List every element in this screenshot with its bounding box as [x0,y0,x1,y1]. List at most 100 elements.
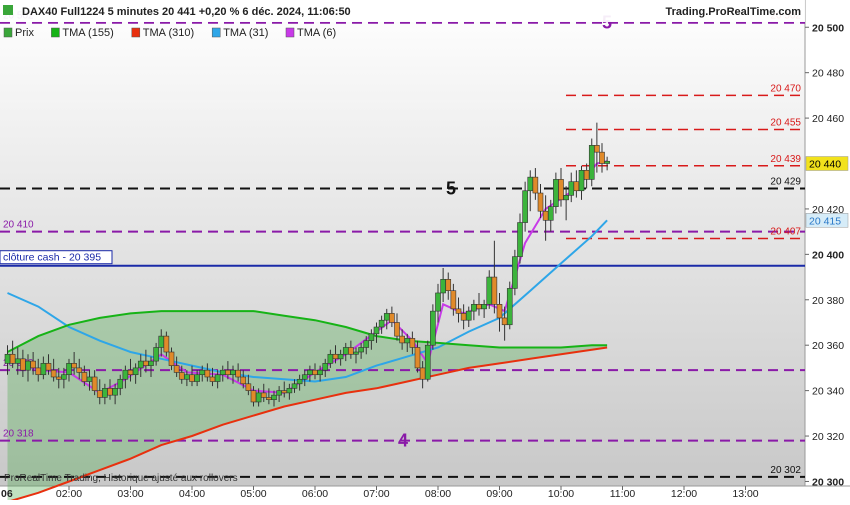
legend-swatch [3,27,13,38]
candle-body [122,369,129,380]
chart-root: 20 50220 50220 47020 45520 43920 42920 4… [0,0,850,503]
candle-body [573,181,580,192]
x-tick-label: 06 [1,488,13,500]
candle-body [301,374,308,380]
candle-body [204,369,211,378]
candle-body [399,335,405,344]
candle-body [322,363,329,371]
price-chart[interactable]: 20 50220 50220 47020 45520 43920 42920 4… [0,0,850,503]
candle-body [20,358,26,371]
candle-body [553,179,559,207]
candle-body [117,378,124,389]
candle-body [435,292,441,312]
candle-body [512,256,518,289]
candle-body [542,210,549,221]
candle-body [286,388,293,394]
candle-body [61,374,67,380]
level-label-right: 20 429 [770,176,801,187]
candle-body [71,363,77,369]
candle-body [491,276,498,305]
candle-body [158,335,165,348]
candle-body [91,376,98,391]
candle-body [327,353,334,364]
level-annotation: 4 [398,431,408,451]
x-tick-label: 06:00 [302,488,328,500]
candle-body [127,369,134,376]
footer-watermark: ProRealTime Trading, Historique ajusté a… [4,473,238,484]
candle-body [35,367,42,376]
candle-body [404,338,411,344]
candle-body [394,322,400,337]
candle-body [30,360,36,369]
candle-body [547,206,554,221]
x-tick-label: 07:00 [363,488,389,500]
candle-body [317,369,323,376]
level-label-right: 20 455 [770,117,801,128]
candle-body [50,369,57,378]
candle-body [81,372,88,382]
candle-body [465,310,472,321]
candle-body [209,376,216,382]
candle-body [25,360,31,371]
candle-body [184,374,190,380]
candle-body [424,344,431,380]
level-label-right: 20 470 [770,83,801,94]
candle-body [173,365,180,373]
legend-label: TMA (31) [223,27,268,39]
candle-body [240,376,247,385]
x-tick-label: 11:00 [610,488,636,500]
candle-body [291,383,298,389]
candle-body [163,335,170,353]
candle-body [383,313,390,321]
level-label-right: 20 302 [770,465,801,476]
candle-body [476,304,482,310]
candle-body [455,308,462,314]
candle-body [148,360,154,366]
candle-body [194,374,200,382]
y-tick-label: 20 480 [812,68,844,80]
candle-body [373,326,380,335]
candle-body [409,338,416,348]
candle-body [332,353,339,360]
candle-body [307,369,313,376]
candle-body [481,304,487,310]
candle-body [419,367,426,380]
candle-body [214,374,221,382]
candle-body [266,397,272,401]
candle-body [501,317,508,326]
level-annotation: 5 [446,178,456,198]
candle-body [40,363,47,376]
candle-body [235,369,241,378]
candle-body [348,347,354,355]
candle-body [471,304,477,312]
y-tick-label: 20 300 [812,476,844,488]
candle-body [532,176,539,194]
candle-body [342,347,349,355]
candle-body [137,360,144,369]
candle-body [353,351,359,355]
candle-body [245,383,252,391]
candle-body [578,170,585,192]
instrument-title: DAX40 Full1224 5 minutes 20 441 +0,20 % … [22,6,351,18]
candle-body [440,279,446,294]
candle-body [337,353,344,360]
x-tick-label: 04:00 [179,488,205,500]
legend-label: Prix [15,27,34,39]
candle-body [527,176,534,192]
candle-body [225,369,231,376]
candle-body [296,378,303,385]
y-tick-label: 20 380 [812,295,844,307]
y-tick-label: 20 460 [812,113,844,125]
candle-body [219,369,226,376]
candle-body [9,353,16,364]
candle-body [506,288,513,326]
candle-body [389,313,395,323]
candle-body [153,347,159,362]
candle-body [4,353,11,364]
y-tick-label: 20 340 [812,386,844,398]
legend-swatch [285,27,295,38]
candle-body [604,160,610,164]
candle-body [112,388,118,396]
candle-body [199,369,206,376]
menu-icon[interactable] [3,5,13,15]
